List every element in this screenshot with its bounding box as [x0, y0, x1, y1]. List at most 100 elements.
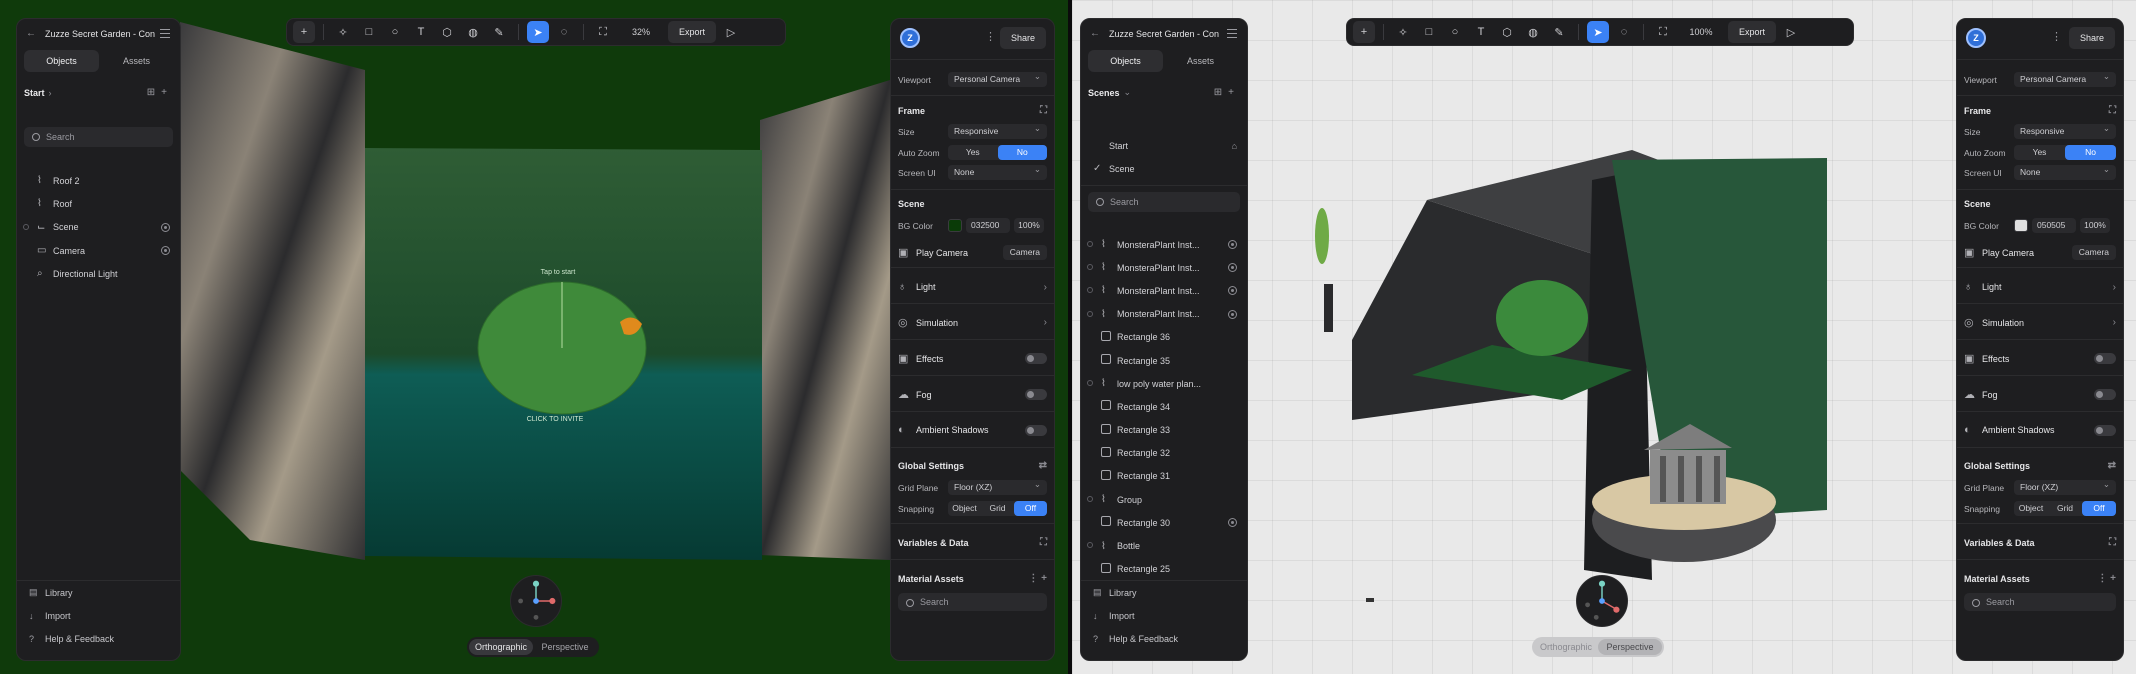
variables-title[interactable]: Variables & Data	[1964, 538, 2035, 548]
list-item[interactable]: ⌇ low poly water plan...	[1081, 372, 1247, 395]
material-search-input[interactable]: Search	[898, 593, 1047, 611]
viewport-select[interactable]: Personal Camera	[2014, 69, 2116, 87]
expand-icon[interactable]	[1087, 542, 1093, 549]
menu-icon[interactable]	[1227, 29, 1237, 38]
play-camera-select[interactable]: Camera	[1002, 245, 1047, 260]
shape-icon[interactable]: ⬡	[436, 21, 458, 43]
list-item[interactable]: Rectangle 34	[1081, 395, 1247, 418]
more-add-icons[interactable]: ⋮ +	[1028, 573, 1047, 584]
more-icon[interactable]: ⋮	[2051, 30, 2062, 43]
tab-assets[interactable]: Assets	[1163, 50, 1238, 72]
eye-icon[interactable]	[1228, 240, 1237, 249]
expand-icon[interactable]	[1087, 287, 1093, 294]
eye-icon[interactable]	[1228, 286, 1237, 296]
eye-icon[interactable]	[1228, 309, 1237, 319]
autozoom-no[interactable]: No	[997, 145, 1047, 160]
frame-icon[interactable]: ⛶	[1652, 21, 1674, 43]
size-select[interactable]: Responsive	[2014, 121, 2116, 139]
help-link[interactable]: ? Help & Feedback	[1081, 627, 1247, 650]
scene-item-start[interactable]: Start ⌂	[1081, 134, 1247, 157]
import-link[interactable]: ↓ Import	[1081, 604, 1247, 627]
chevron-right-icon[interactable]: ›	[2113, 282, 2116, 293]
play-icon[interactable]: ▷	[720, 21, 742, 43]
comment-icon[interactable]: ◌	[553, 21, 575, 43]
screenui-select[interactable]: None	[948, 162, 1047, 180]
material-search-input[interactable]: Search	[1964, 593, 2116, 611]
play-camera-select[interactable]: Camera	[2071, 245, 2116, 260]
viewport-select[interactable]: Personal Camera	[948, 69, 1047, 87]
list-item[interactable]: Rectangle 32	[1081, 442, 1247, 465]
rectangle-icon[interactable]: □	[358, 21, 380, 43]
list-item[interactable]: ▭ Camera	[17, 239, 180, 262]
add-icon[interactable]: +	[1353, 21, 1375, 43]
screenui-select[interactable]: None	[2014, 162, 2116, 180]
effects-toggle[interactable]	[1025, 353, 1047, 364]
expand-icon[interactable]: ⛶	[1040, 537, 1047, 548]
export-button[interactable]: Export	[1728, 21, 1777, 43]
section-title[interactable]: Start	[24, 88, 45, 98]
axis-gizmo[interactable]	[510, 575, 562, 627]
tab-objects[interactable]: Objects	[24, 50, 99, 72]
chevron-down-icon[interactable]: ⌄	[1124, 87, 1132, 98]
tab-objects[interactable]: Objects	[1088, 50, 1163, 72]
bgcolor-hex[interactable]: 050505	[2032, 218, 2076, 233]
menu-icon[interactable]	[160, 29, 170, 38]
frame-icon[interactable]: ⛶	[1040, 105, 1047, 116]
chevron-right-icon[interactable]: ›	[49, 88, 52, 98]
bgcolor-hex[interactable]: 032500	[966, 218, 1010, 233]
list-item[interactable]: ⌇ MonsteraPlant Inst...	[1081, 256, 1247, 279]
library-link[interactable]: ▤ Library	[1081, 581, 1247, 604]
list-item[interactable]: ⌇ Roof 2	[17, 169, 180, 192]
autozoom-no[interactable]: No	[2065, 145, 2116, 160]
ai-icon[interactable]: ✧	[332, 21, 354, 43]
export-button[interactable]: Export	[668, 21, 717, 43]
simulation-label[interactable]: Simulation	[916, 318, 958, 328]
list-item[interactable]: ⌇ Bottle	[1081, 534, 1247, 557]
settings-sliders-icon[interactable]: ⇄	[1039, 460, 1047, 471]
back-arrow-icon[interactable]: ←	[1090, 28, 1100, 39]
file-title[interactable]: Zuzze Secret Garden - Cont...	[45, 29, 155, 39]
scene-item-scene[interactable]: ✓ Scene	[1081, 157, 1247, 180]
autozoom-yes[interactable]: Yes	[2014, 145, 2065, 160]
fog-toggle[interactable]	[1025, 389, 1047, 400]
ambient-shadows-toggle[interactable]	[1025, 424, 1047, 436]
size-select[interactable]: Responsive	[948, 121, 1047, 139]
eye-icon[interactable]	[161, 245, 170, 255]
expand-icon[interactable]	[1087, 496, 1093, 503]
ellipse-icon[interactable]: ○	[1444, 21, 1466, 43]
shape-icon[interactable]: ⬡	[1496, 21, 1518, 43]
bgcolor-swatch[interactable]	[948, 219, 962, 232]
sphere-icon[interactable]: ◍	[1522, 21, 1544, 43]
light-label[interactable]: Light	[1982, 282, 2002, 292]
list-item[interactable]: ⌇ Group	[1081, 488, 1247, 511]
list-item[interactable]: ⌇ MonsteraPlant Inst...	[1081, 233, 1247, 256]
perspective-button[interactable]: Perspective	[1598, 639, 1662, 655]
expand-icon[interactable]	[1087, 380, 1093, 387]
eye-icon[interactable]	[1228, 518, 1237, 528]
expand-icon[interactable]	[23, 223, 29, 230]
grid-and-add-icons[interactable]: ⊞+	[147, 87, 173, 98]
bgcolor-opacity[interactable]: 100%	[2080, 218, 2110, 233]
avatar[interactable]: Z	[1966, 28, 1986, 48]
search-input[interactable]: Search	[1088, 192, 1240, 212]
frame-icon[interactable]: ⛶	[592, 21, 614, 43]
pen-icon[interactable]: ✎	[488, 21, 510, 43]
variables-title[interactable]: Variables & Data	[898, 538, 969, 548]
axis-gizmo[interactable]	[1576, 575, 1628, 627]
simulation-label[interactable]: Simulation	[1982, 318, 2024, 328]
zoom-level[interactable]: 32%	[618, 27, 664, 37]
expand-icon[interactable]	[1087, 310, 1093, 317]
select-icon[interactable]: ➤	[1587, 21, 1609, 43]
eye-icon[interactable]	[161, 222, 170, 232]
more-add-icons[interactable]: ⋮ +	[2097, 573, 2116, 584]
eye-icon[interactable]	[1228, 263, 1237, 273]
file-title[interactable]: Zuzze Secret Garden - Cont...	[1109, 29, 1219, 39]
chevron-right-icon[interactable]: ›	[2113, 317, 2116, 328]
chevron-right-icon[interactable]: ›	[1044, 282, 1047, 293]
list-item[interactable]: Rectangle 30	[1081, 511, 1247, 534]
snap-off[interactable]: Off	[1014, 501, 1047, 516]
fog-toggle[interactable]	[2094, 389, 2116, 400]
orthographic-button[interactable]: Orthographic	[469, 639, 533, 655]
list-item[interactable]: ⌇ MonsteraPlant Inst...	[1081, 279, 1247, 302]
grid-plane-select[interactable]: Floor (XZ)	[948, 477, 1047, 495]
